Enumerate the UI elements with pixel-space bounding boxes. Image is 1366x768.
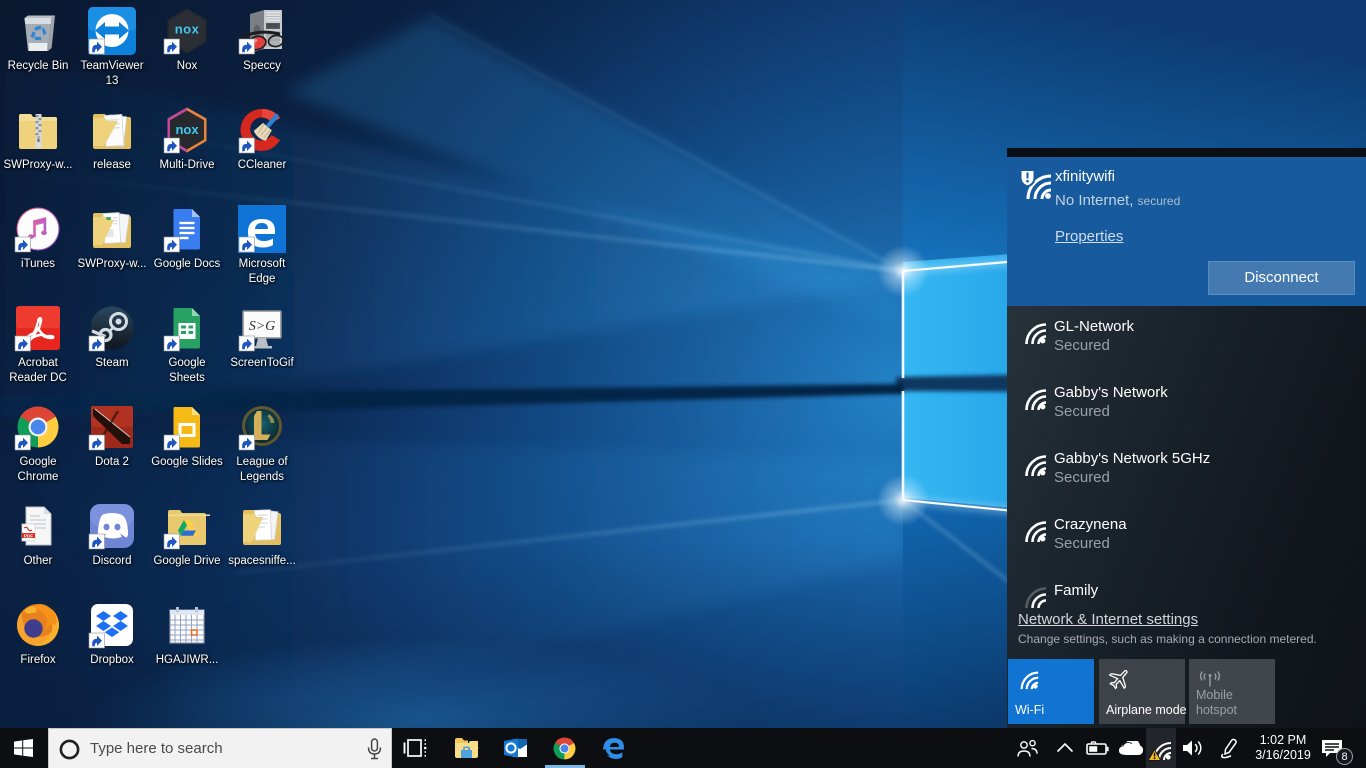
svg-text:nox: nox	[175, 122, 199, 137]
svg-text:PDF: PDF	[24, 533, 33, 538]
svg-text:S>G: S>G	[249, 319, 276, 334]
svg-text:nox: nox	[175, 22, 200, 37]
